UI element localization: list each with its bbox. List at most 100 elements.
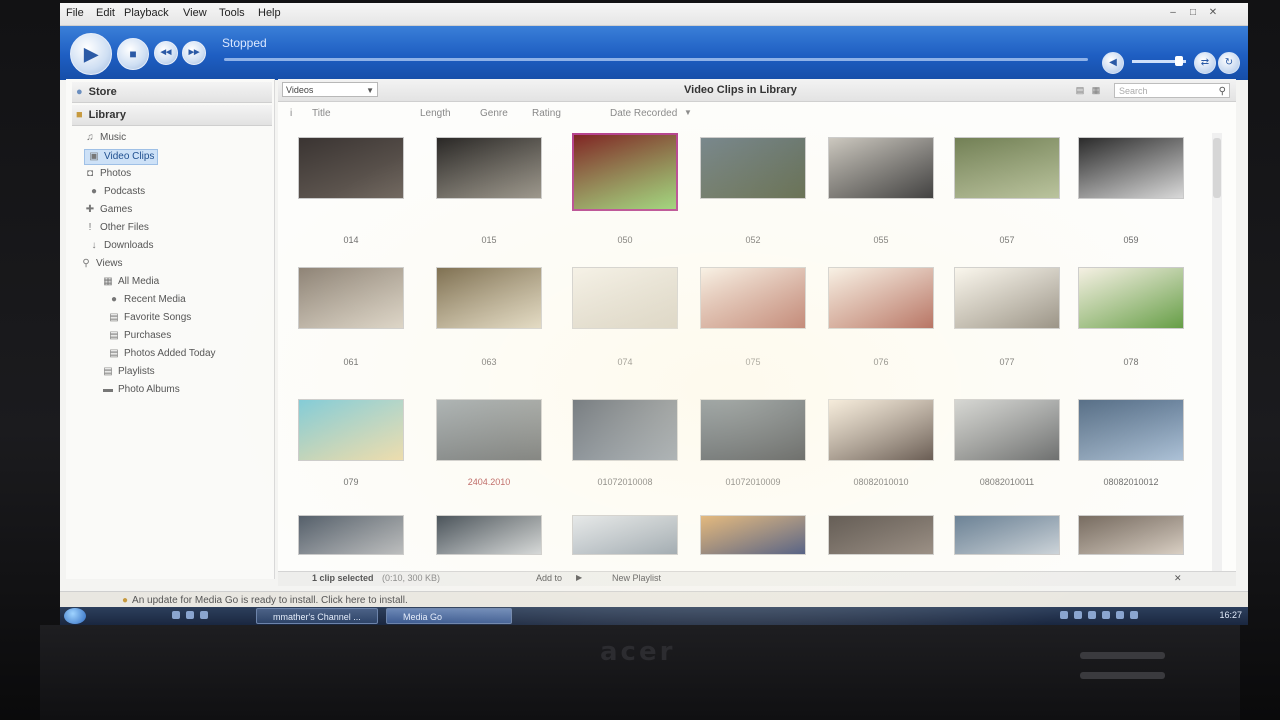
next-button[interactable]: ▶▶ — [182, 41, 206, 65]
menu-tools[interactable]: Tools — [219, 7, 245, 19]
clip-thumbnail[interactable] — [572, 267, 678, 329]
maximize-icon[interactable]: □ — [1186, 6, 1200, 20]
sidebar-item-games[interactable]: ✚ Games — [84, 203, 132, 217]
sidebar-store[interactable]: ● Store — [72, 82, 272, 103]
clip-thumbnail[interactable] — [436, 137, 542, 199]
clip-thumbnail[interactable] — [954, 267, 1060, 329]
clip-thumbnail[interactable] — [828, 137, 934, 199]
sidebar-item-other-files[interactable]: ! Other Files — [84, 221, 149, 235]
column-rating[interactable]: Rating — [532, 108, 561, 119]
sidebar-item-label: Playlists — [118, 366, 155, 377]
search-input[interactable]: Search ⚲ — [1114, 83, 1230, 98]
clip-thumbnail[interactable] — [828, 267, 934, 329]
sidebar-item-downloads[interactable]: ↓ Downloads — [88, 239, 154, 253]
scrollbar[interactable] — [1212, 133, 1222, 578]
desktop-icon[interactable] — [200, 611, 208, 619]
speaker-icon[interactable]: ◀ — [1102, 52, 1124, 74]
sidebar-item-views[interactable]: ⚲ Views — [80, 257, 122, 271]
selection-count: 1 clip selected — [312, 573, 374, 583]
download-icon: ↓ — [91, 240, 97, 251]
column-genre[interactable]: Genre — [480, 108, 508, 119]
clip-thumbnail[interactable] — [436, 515, 542, 555]
sidebar-item-all-media[interactable]: ▦ All Media — [102, 275, 159, 289]
seek-bar[interactable] — [224, 58, 1088, 61]
info-icon[interactable]: i — [290, 108, 292, 119]
clip-thumbnail[interactable] — [700, 267, 806, 329]
start-icon[interactable] — [64, 608, 86, 624]
minimize-icon[interactable]: – — [1166, 6, 1180, 20]
clip-thumbnail[interactable] — [700, 137, 806, 199]
search-icon[interactable]: ⚲ — [1219, 84, 1226, 99]
tray-network-icon[interactable] — [1074, 611, 1082, 619]
sidebar-item-purchases[interactable]: ▤ Purchases — [108, 329, 171, 343]
clip-thumbnail[interactable] — [700, 515, 806, 555]
tray-update-icon[interactable] — [1130, 611, 1138, 619]
tray-security-icon[interactable] — [1088, 611, 1096, 619]
menu-view[interactable]: View — [183, 7, 207, 19]
menu-edit[interactable]: Edit — [96, 7, 115, 19]
clip-thumbnail[interactable] — [298, 267, 404, 329]
sidebar-item-photo-albums[interactable]: ▬ Photo Albums — [102, 383, 180, 397]
clip-thumbnail[interactable] — [298, 137, 404, 199]
repeat-icon[interactable]: ↻ — [1218, 52, 1240, 74]
clip-thumbnail[interactable] — [298, 515, 404, 555]
clip-thumbnail[interactable] — [954, 399, 1060, 461]
close-icon[interactable]: ✕ — [1206, 6, 1220, 20]
file-icon: ! — [88, 222, 92, 233]
sidebar-item-podcasts[interactable]: ● Podcasts — [88, 185, 145, 199]
scrollbar-thumb[interactable] — [1213, 138, 1221, 198]
clip-thumbnail[interactable] — [828, 399, 934, 461]
clip-thumbnail[interactable] — [436, 399, 542, 461]
new-playlist-button[interactable]: New Playlist — [612, 573, 661, 583]
sidebar-item-photos[interactable]: ◘ Photos — [84, 167, 131, 181]
clip-thumbnail[interactable] — [298, 399, 404, 461]
clip-thumbnail[interactable] — [1078, 399, 1184, 461]
sidebar-library[interactable]: ■ Library — [72, 105, 272, 126]
sidebar-item-favorite-songs[interactable]: ▤ Favorite Songs — [108, 311, 191, 325]
clip-thumbnail[interactable] — [572, 515, 678, 555]
sidebar-item-music[interactable]: ♫ Music — [84, 131, 126, 145]
tray-language-icon[interactable] — [1060, 611, 1068, 619]
taskbar-browser[interactable]: mmather's Channel ... — [256, 608, 378, 624]
clip-thumbnail[interactable] — [1078, 515, 1184, 555]
clip-thumbnail[interactable] — [436, 267, 542, 329]
clip-thumbnail[interactable] — [1078, 267, 1184, 329]
sidebar-item-label: Podcasts — [104, 186, 146, 197]
shuffle-icon[interactable]: ⇄ — [1194, 52, 1216, 74]
sidebar-item-recent-media[interactable]: ● Recent Media — [108, 293, 186, 307]
view-list-icon[interactable]: ▤ — [1074, 84, 1086, 96]
tray-power-icon[interactable] — [1116, 611, 1124, 619]
clip-thumbnail[interactable] — [954, 515, 1060, 555]
ie-icon[interactable] — [172, 611, 180, 619]
add-to-button[interactable]: Add to — [536, 573, 562, 583]
menu-playback[interactable]: Playback — [124, 7, 169, 19]
close-icon[interactable]: ✕ — [1174, 573, 1182, 584]
menu-file[interactable]: File — [66, 7, 84, 19]
sidebar-item-label: Recent Media — [124, 294, 186, 305]
stop-button[interactable]: ■ — [117, 38, 149, 70]
column-title[interactable]: Title — [312, 108, 331, 119]
firefox-icon[interactable] — [186, 611, 194, 619]
sidebar-item-photos-added-today[interactable]: ▤ Photos Added Today — [108, 347, 215, 361]
chevron-right-icon[interactable]: ▶ — [576, 573, 582, 582]
sidebar-item-playlists[interactable]: ▤ Playlists — [102, 365, 155, 379]
play-button[interactable]: ▶ — [70, 33, 112, 75]
clip-thumbnail[interactable] — [572, 399, 678, 461]
column-length[interactable]: Length — [420, 108, 451, 119]
column-date-recorded[interactable]: Date Recorded — [610, 108, 677, 119]
taskbar-media-go[interactable]: Media Go — [386, 608, 512, 624]
view-grid-icon[interactable]: ▦ — [1090, 84, 1102, 96]
clip-thumbnail[interactable] — [572, 133, 678, 211]
menu-help[interactable]: Help — [258, 7, 281, 19]
sidebar-item-video-clips[interactable]: ▣ Video Clips — [84, 149, 159, 165]
sort-down-icon[interactable]: ▼ — [684, 108, 692, 117]
previous-button[interactable]: ◀◀ — [154, 41, 178, 65]
view-select[interactable]: Videos ▼ — [282, 82, 378, 97]
clip-thumbnail[interactable] — [954, 137, 1060, 199]
volume-thumb[interactable] — [1175, 56, 1183, 66]
tray-speaker-icon[interactable] — [1102, 611, 1110, 619]
clip-thumbnail[interactable] — [700, 399, 806, 461]
clip-thumbnail[interactable] — [1078, 137, 1184, 199]
clip-thumbnail[interactable] — [828, 515, 934, 555]
sidebar-item-label: Music — [100, 132, 127, 143]
